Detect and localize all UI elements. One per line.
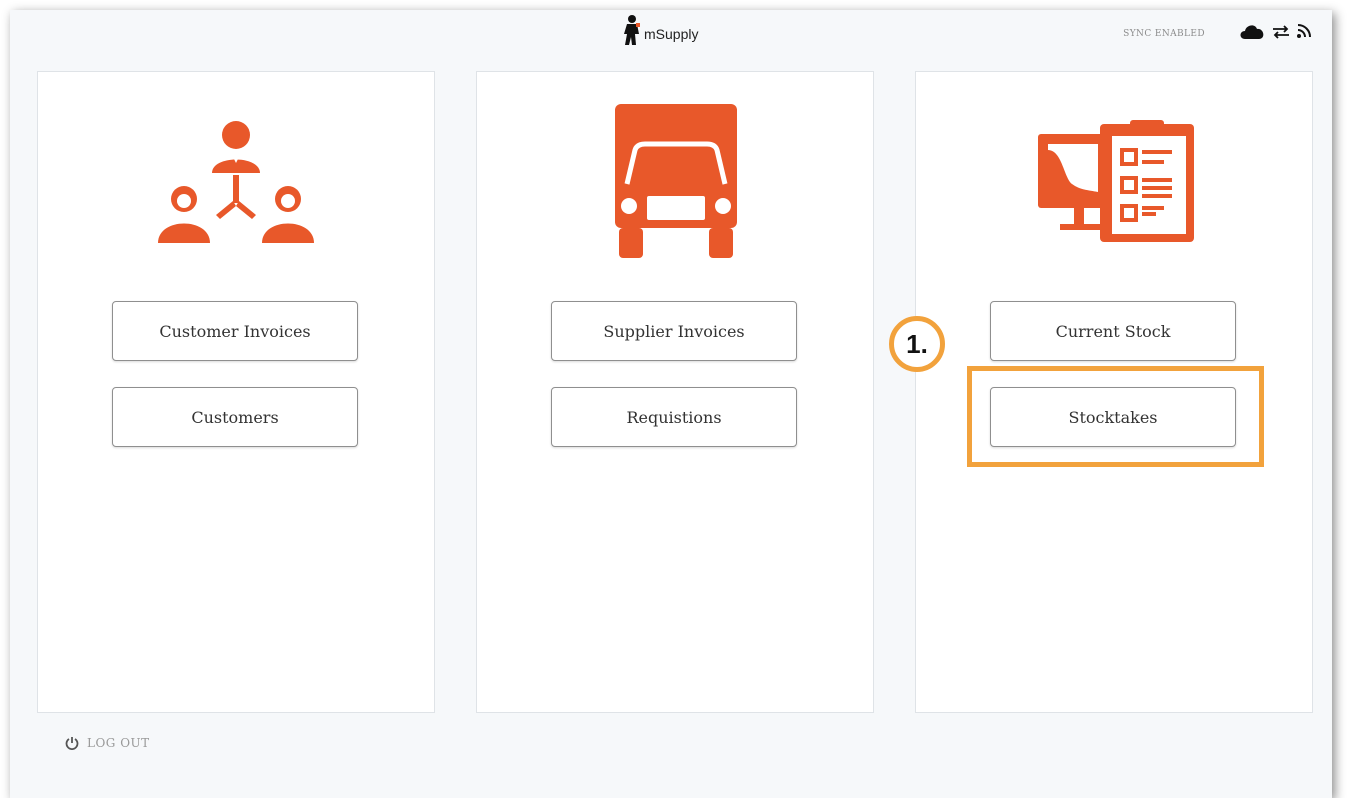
app-window: mSupply SYNC ENABLED Customer Invoices C… bbox=[10, 10, 1332, 798]
customers-network-icon bbox=[156, 117, 316, 249]
cloud-icon bbox=[1238, 22, 1266, 44]
logout-label: LOG OUT bbox=[87, 736, 150, 750]
power-icon bbox=[65, 737, 79, 750]
wifi-signal-icon bbox=[1296, 23, 1312, 43]
sync-icons bbox=[1238, 22, 1312, 44]
current-stock-button[interactable]: Current Stock bbox=[990, 301, 1236, 361]
truck-icon bbox=[613, 102, 739, 264]
step-marker: 1. bbox=[889, 316, 945, 372]
sync-status: SYNC ENABLED bbox=[1123, 29, 1205, 39]
customers-panel: Customer Invoices Customers bbox=[37, 71, 435, 713]
stocktakes-button[interactable]: Stocktakes bbox=[990, 387, 1236, 447]
supplier-invoices-button[interactable]: Supplier Invoices bbox=[551, 301, 797, 361]
sync-arrows-icon[interactable] bbox=[1272, 24, 1290, 43]
suppliers-panel: Supplier Invoices Requistions bbox=[476, 71, 874, 713]
customer-invoices-button[interactable]: Customer Invoices bbox=[112, 301, 358, 361]
logout-button[interactable]: LOG OUT bbox=[65, 736, 150, 750]
stock-panel: Current Stock Stocktakes bbox=[915, 71, 1313, 713]
customers-button[interactable]: Customers bbox=[112, 387, 358, 447]
app-logo: mSupply bbox=[622, 12, 698, 48]
header-bar: mSupply SYNC ENABLED bbox=[10, 10, 1332, 60]
app-name: mSupply bbox=[644, 26, 699, 42]
requisitions-button[interactable]: Requistions bbox=[551, 387, 797, 447]
stock-report-icon bbox=[1036, 120, 1196, 250]
msupply-figure-icon bbox=[624, 15, 640, 45]
